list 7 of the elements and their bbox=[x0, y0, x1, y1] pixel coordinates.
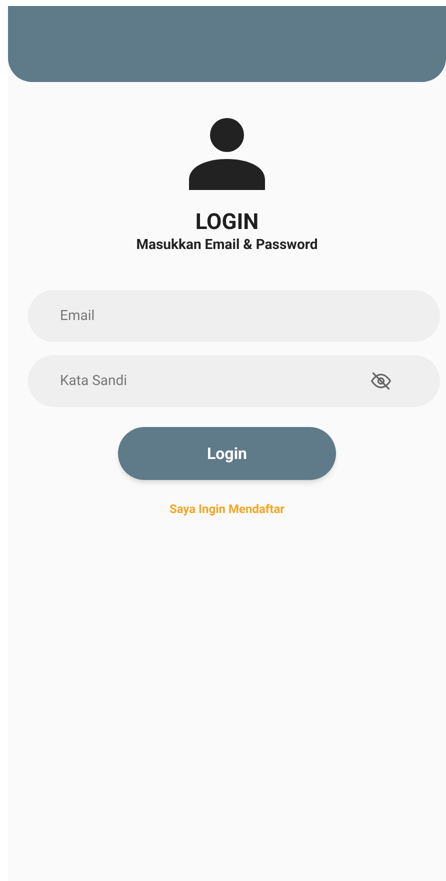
password-field[interactable]: Kata Sandi bbox=[28, 355, 440, 407]
login-subtitle: Masukkan Email & Password bbox=[136, 236, 318, 254]
login-title: LOGIN bbox=[195, 210, 259, 236]
user-icon bbox=[189, 118, 265, 190]
email-field[interactable]: Email bbox=[28, 290, 440, 342]
login-button[interactable]: Login bbox=[118, 427, 336, 480]
eye-off-icon[interactable] bbox=[370, 370, 392, 392]
